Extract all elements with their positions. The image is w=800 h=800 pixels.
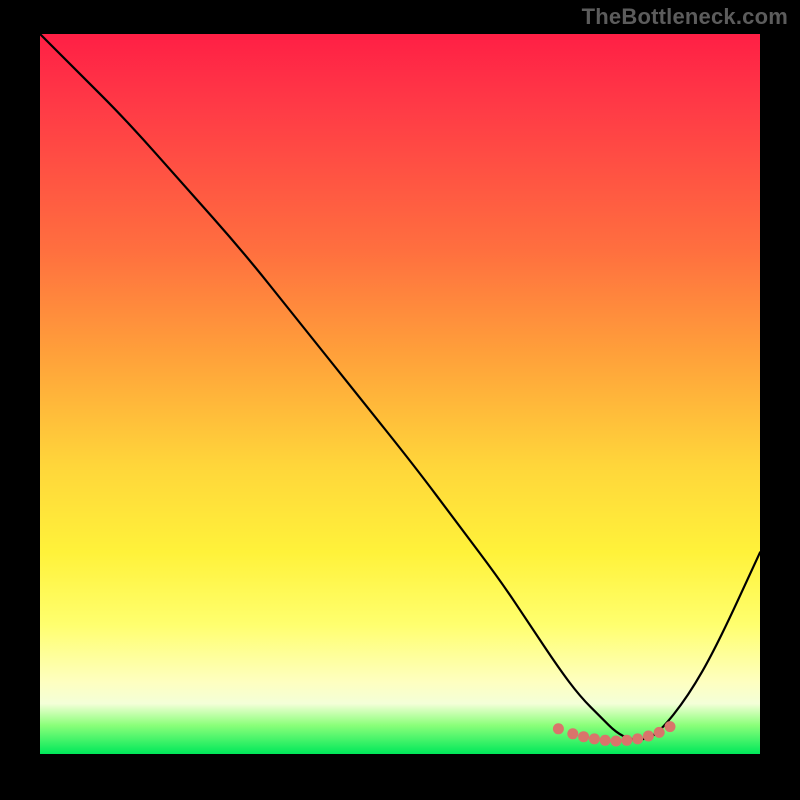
bottleneck-curve <box>40 34 760 740</box>
valley-marker <box>611 736 622 747</box>
valley-marker <box>589 733 600 744</box>
valley-marker <box>600 735 611 746</box>
valley-marker <box>643 731 654 742</box>
curve-overlay <box>40 34 760 754</box>
valley-marker <box>578 731 589 742</box>
chart-frame: TheBottleneck.com <box>0 0 800 800</box>
attribution-text: TheBottleneck.com <box>582 4 788 30</box>
plot-area <box>40 34 760 754</box>
valley-marker <box>654 727 665 738</box>
valley-marker <box>567 728 578 739</box>
valley-marker <box>632 733 643 744</box>
valley-marker <box>621 735 632 746</box>
valley-marker <box>665 721 676 732</box>
valley-markers <box>553 721 676 746</box>
valley-marker <box>553 723 564 734</box>
